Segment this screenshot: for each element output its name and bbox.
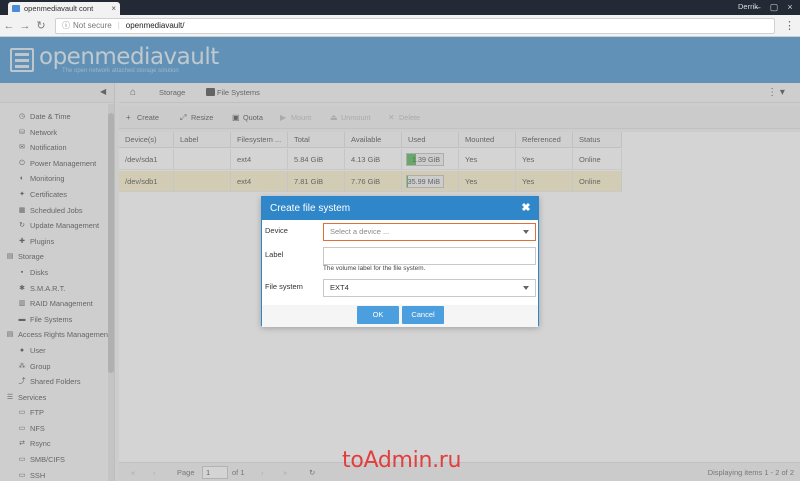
filesystem-select-value: EXT4 [330, 283, 349, 292]
reload-icon[interactable]: ↻ [34, 19, 48, 33]
browser-tab-bar [0, 0, 800, 15]
address-bar: ← → ↻ Not secure | openmediavault/ ⋮ [0, 15, 800, 37]
label-hint: The volume label for the file system. [323, 265, 426, 272]
label-input[interactable] [323, 247, 536, 265]
watermark: toAdmin.ru [342, 448, 462, 473]
minimize-icon[interactable]: – [752, 1, 764, 13]
url-text: openmediavault/ [125, 21, 185, 30]
create-filesystem-dialog: Create file system ✖ Device Select a dev… [261, 196, 539, 327]
filesystem-select[interactable]: EXT4 [323, 279, 536, 297]
chevron-down-icon[interactable] [523, 230, 529, 234]
device-label: Device [265, 226, 288, 235]
chevron-down-icon[interactable] [523, 286, 529, 290]
ok-button[interactable]: OK [357, 306, 399, 324]
dialog-title: Create file system [270, 203, 351, 214]
dialog-close-icon[interactable]: ✖ [520, 197, 532, 220]
tab-close-icon[interactable]: × [111, 2, 116, 15]
url-separator: | [117, 21, 120, 30]
label-field-label: Label [265, 250, 284, 259]
security-indicator[interactable]: Not secure [62, 21, 112, 30]
device-select[interactable]: Select a device ... [323, 223, 536, 241]
browser-tab-title: openmediavault cont [24, 4, 94, 13]
back-arrow-icon[interactable]: ← [2, 19, 16, 33]
dialog-footer: OK Cancel [262, 305, 538, 327]
url-input[interactable]: Not secure | openmediavault/ [55, 18, 775, 34]
dialog-body: Device Select a device ... Label The vol… [262, 220, 538, 305]
forward-arrow-icon[interactable]: → [18, 19, 32, 33]
dialog-header: Create file system ✖ [262, 197, 538, 220]
browser-tab[interactable]: openmediavault cont × [8, 2, 120, 15]
browser-menu-icon[interactable]: ⋮ [784, 19, 795, 33]
cancel-button[interactable]: Cancel [402, 306, 444, 324]
device-placeholder: Select a device ... [330, 227, 390, 236]
filesystem-field-label: File system [265, 282, 303, 291]
favicon-icon [12, 5, 20, 12]
maximize-icon[interactable]: ▢ [768, 1, 780, 13]
window-close-icon[interactable]: × [784, 1, 796, 13]
